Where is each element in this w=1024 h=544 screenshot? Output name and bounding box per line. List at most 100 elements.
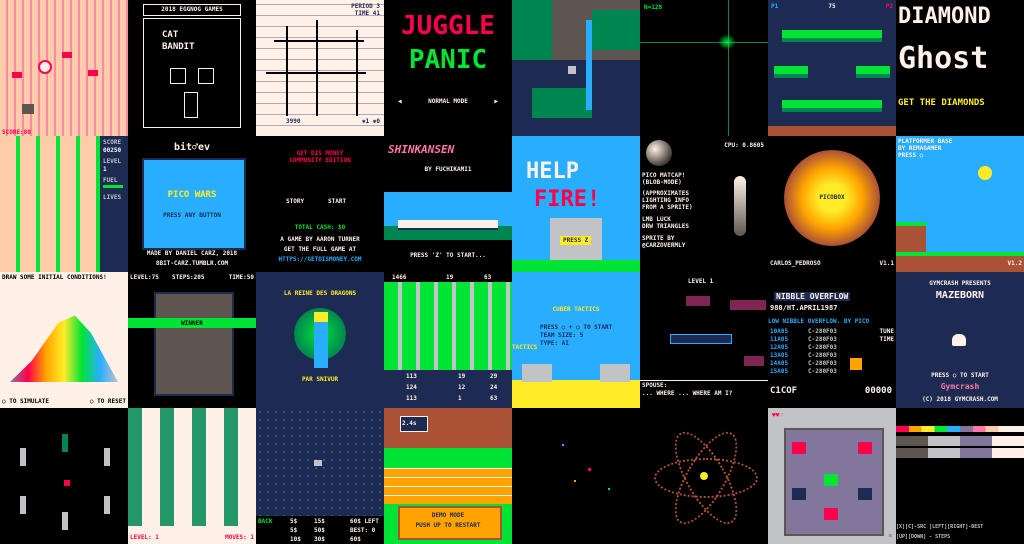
- fire-title: FIRE!: [534, 187, 601, 212]
- crystal: [104, 496, 110, 514]
- cart-tile-3[interactable]: PERIOD 3 TIME 41 3990 ✱1 ✱0: [256, 0, 384, 136]
- cart-tile-25[interactable]: [0, 408, 128, 544]
- cart-tile-17[interactable]: DRAW SOME INITIAL CONDITIONS! ○ TO SIMUL…: [0, 272, 128, 408]
- cart-tile-2[interactable]: 2018 EGGNOG GAMES CAT BANDIT: [128, 0, 256, 136]
- by-label: BY FUCHIKAMI1: [424, 166, 472, 173]
- cart-tile-31[interactable]: ♥♥♡ ☒: [768, 408, 896, 544]
- cart-tile-22[interactable]: LEVEL 1 SPOUSE: ... WHERE ... WHERE AM I…: [640, 272, 768, 408]
- nucleus: [700, 472, 708, 480]
- score-title: SCORE: [103, 139, 122, 146]
- cart-tile-27[interactable]: BACK 5$ 15$ 60$ LEFT 5$ 50$ BEST: 0 10$ …: [256, 408, 384, 544]
- team-label: TEAM SIZE: 5: [540, 332, 584, 339]
- tile[interactable]: [858, 442, 872, 454]
- shop-item[interactable]: 30$: [314, 536, 325, 543]
- cart-tile-18[interactable]: LEVEL:75 STEPS:205 TIME:50 WINNER: [128, 272, 256, 408]
- cart-tile-8[interactable]: DIAMOND Ghost GET THE DIAMONDS: [896, 0, 1024, 136]
- cart-tile-21[interactable]: CUBER TACTICS PRESS ○ + ○ TO START TEAM …: [512, 272, 640, 408]
- info-line: FROM A SPRITE): [642, 204, 693, 211]
- rock-right: [600, 364, 630, 382]
- full-label: GET THE FULL GAME AT: [283, 246, 357, 253]
- cart-tile-14[interactable]: CPU: 0.8605 PICO MATCAP! (BLOB-MODE) (AP…: [640, 136, 768, 272]
- cart-tile-19[interactable]: LA REINE DES DRAGONS PAR SNIVUR: [256, 272, 384, 408]
- stat: 24: [490, 384, 498, 391]
- channel: 11A05: [770, 336, 789, 343]
- cart-tile-4[interactable]: JUGGLE PANIC ◀ NORMAL MODE ▶: [384, 0, 512, 136]
- tile[interactable]: [824, 474, 838, 486]
- cart-tile-7[interactable]: P1 75 P2: [768, 0, 896, 136]
- title-card: [142, 158, 246, 250]
- crosshair-h: [640, 42, 768, 43]
- building-window: [170, 68, 186, 84]
- cart-tile-20[interactable]: 1466 19 63 113 19 29 124 12 24 113 1 63: [384, 272, 512, 408]
- cart-tile-29[interactable]: [512, 408, 640, 544]
- cart-tile-24[interactable]: GYMCRASH PRESENTS MAZEBORN PRESS ○ TO ST…: [896, 272, 1024, 408]
- cart-tile-16[interactable]: PLATFORMER BASE BY REMAGAMER PRESS ○ V1.…: [896, 136, 1024, 272]
- cart-tile-1[interactable]: SCORE:80: [0, 0, 128, 136]
- press-button[interactable]: PRESS Z: [560, 236, 592, 245]
- url-label[interactable]: HTTPS://GETDISMONEY.COM: [256, 256, 384, 263]
- river: [586, 20, 592, 110]
- n-label: N=128: [644, 4, 663, 11]
- shop-item[interactable]: 50$: [314, 527, 325, 534]
- period-label: PERIOD 3: [351, 3, 380, 10]
- version-label: V1.1: [879, 260, 894, 267]
- hearts-icon: ♥♥♡: [772, 412, 783, 419]
- shop-item[interactable]: 60$: [350, 536, 361, 543]
- cart-tile-30[interactable]: [640, 408, 768, 544]
- title: MAZEBORN: [935, 290, 985, 301]
- cart-tile-26[interactable]: LEVEL: 1 MOVES: 1: [128, 408, 256, 544]
- shop-item[interactable]: BACK: [258, 518, 272, 525]
- info-line: PRESS ○: [898, 152, 924, 159]
- stat: 113: [406, 373, 417, 380]
- cart-tile-11[interactable]: GET DIS MONEY COMMUNITY EDITION STORY ST…: [256, 136, 384, 272]
- pattern: C-280F03: [808, 328, 837, 335]
- by-label: PAR SNIVUR: [301, 376, 339, 383]
- title-line-2: BANDIT: [162, 42, 195, 52]
- cart-tile-9[interactable]: SCORE 00250 LEVEL 1 FUEL LIVES: [0, 136, 128, 272]
- side-label: TACTICS: [512, 344, 538, 351]
- star: [574, 480, 576, 482]
- pattern: C-280F03: [808, 344, 837, 351]
- cursor-block: [850, 358, 862, 370]
- best-label: BEST: 0: [350, 527, 376, 534]
- tile[interactable]: [792, 488, 806, 500]
- platform: [274, 40, 364, 42]
- cart-tile-10[interactable]: bit♂ev PICO WARS PRESS ANY BUTTON MADE B…: [128, 136, 256, 272]
- cart-tile-23[interactable]: NIBBLE OVERFLOW 980/HT.APRIL1987 LOW NIB…: [768, 272, 896, 408]
- moss: [532, 88, 592, 118]
- tile[interactable]: [792, 442, 806, 454]
- shop-item[interactable]: 5$: [290, 527, 297, 534]
- spectrum-chart: [10, 315, 118, 382]
- lives-title: LIVES: [103, 194, 122, 201]
- cart-tile-32[interactable]: [X][C]-SRC [LEFT][RIGHT]-DEST [UP][DOWN]…: [896, 408, 1024, 544]
- story-option[interactable]: STORY: [286, 198, 304, 205]
- speaker-label: SPOUSE:: [642, 382, 668, 389]
- shop-item[interactable]: 15$: [314, 518, 325, 525]
- controls-line-2: [UP][DOWN] - STEPS: [896, 534, 951, 540]
- tile[interactable]: [858, 488, 872, 500]
- right-arrow-icon[interactable]: ▶: [494, 98, 498, 105]
- cart-tile-6[interactable]: N=128: [640, 0, 768, 136]
- rock-left: [522, 364, 552, 382]
- p2-label: P2: [885, 3, 893, 10]
- cart-tile-12[interactable]: SHINKANSEN BY FUCHIKAMI1 PRESS 'Z' TO ST…: [384, 136, 512, 272]
- close-icon[interactable]: ☒: [888, 532, 892, 539]
- level-value: 1: [103, 166, 107, 173]
- shop-item[interactable]: 5$: [290, 518, 297, 525]
- cart-tile-15[interactable]: PICOBOX CARLOS_PEDROSO V1.1: [768, 136, 896, 272]
- channel: 10A05: [770, 328, 789, 335]
- enemy-sprite: [12, 72, 22, 78]
- tile[interactable]: [824, 508, 838, 520]
- wall-block: [686, 296, 710, 306]
- steps-label: STEPS:205: [172, 274, 205, 281]
- level-title: LEVEL: [103, 158, 122, 165]
- start-option[interactable]: START: [328, 198, 346, 205]
- cluster: [718, 34, 736, 50]
- count-label: ✱1 ✱0: [361, 118, 380, 125]
- cart-tile-13[interactable]: HELP FIRE! PRESS Z: [512, 136, 640, 272]
- studio-logo: Gymcrash: [940, 382, 980, 391]
- pattern: C-280F03: [808, 352, 837, 359]
- cart-tile-5[interactable]: [512, 0, 640, 136]
- cart-tile-28[interactable]: 2.4s DEMO MODE PUSH UP TO RESTART: [384, 408, 512, 544]
- shop-item[interactable]: 10$: [290, 536, 301, 543]
